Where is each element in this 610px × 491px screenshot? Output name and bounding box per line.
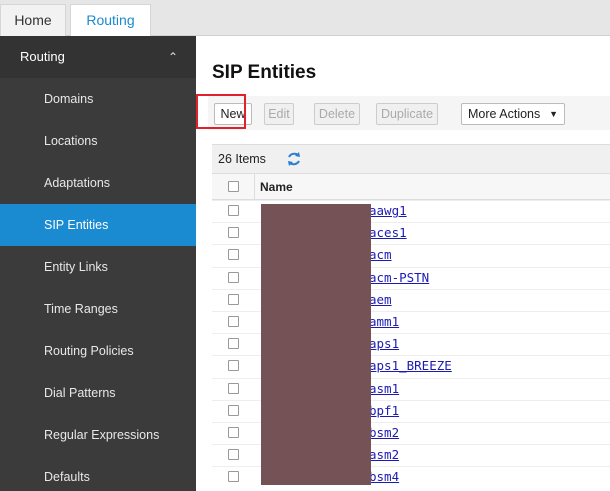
more-actions-dropdown[interactable]: More Actions ▼ [461,103,565,125]
row-checkbox[interactable] [228,338,239,350]
sidebar-item-defaults[interactable]: Defaults [0,456,196,491]
entity-name-link[interactable]: aps1_BREEZE [369,358,452,373]
item-count-bar: 26 Items [212,144,610,174]
tab-routing[interactable]: Routing [70,4,151,37]
entity-name-link[interactable]: aem [369,292,392,307]
row-checkbox[interactable] [228,205,239,216]
entity-name-link[interactable]: acm [369,247,392,262]
sidebar-item-dial-patterns[interactable]: Dial Patterns [0,372,196,414]
entity-name-link[interactable]: acm-PSTN [369,270,429,285]
sidebar-item-routing-policies[interactable]: Routing Policies [0,330,196,372]
column-divider [254,174,255,200]
sidebar-header-label: Routing [20,49,65,64]
row-checkbox[interactable] [228,426,239,438]
row-checkbox[interactable] [228,271,239,283]
row-divider [212,200,610,201]
page-title: SIP Entities [212,62,317,83]
row-checkbox[interactable] [228,227,239,239]
row-checkbox[interactable] [228,249,239,261]
entity-name-link[interactable]: amm1 [369,314,399,329]
column-header-name[interactable]: Name [260,180,293,194]
row-checkbox[interactable] [228,360,239,372]
main-content: SIP Entities New Edit Delete Duplicate M… [196,36,610,491]
action-toolbar: New Edit Delete Duplicate More Actions ▼ [208,96,610,130]
tab-home[interactable]: Home [0,4,66,36]
row-checkbox[interactable] [228,382,239,394]
sidebar-item-locations[interactable]: Locations [0,120,196,162]
sidebar-item-sip-entities[interactable]: SIP Entities [0,204,196,246]
delete-button[interactable]: Delete [314,103,360,125]
item-count: 26 Items [218,152,266,166]
sidebar-item-regular-expressions[interactable]: Regular Expressions [0,414,196,456]
entity-name-link[interactable]: bsm2 [369,425,399,440]
entity-name-link[interactable]: asm1 [369,381,399,396]
sidebar-item-adaptations[interactable]: Adaptations [0,162,196,204]
caret-down-icon: ▼ [549,109,558,119]
entity-name-link[interactable]: aawg1 [369,203,407,218]
entity-name-link[interactable]: bpf1 [369,403,399,418]
entity-name-link[interactable]: asm2 [369,447,399,462]
refresh-icon[interactable] [286,151,302,167]
new-button-highlight [196,94,246,129]
row-checkbox[interactable] [228,471,239,483]
sidebar: Routing ⌃ Domains Locations Adaptations … [0,36,196,491]
entity-name-link[interactable]: bsm4 [369,469,399,484]
row-checkbox[interactable] [228,315,239,327]
sidebar-item-time-ranges[interactable]: Time Ranges [0,288,196,330]
row-checkbox[interactable] [228,449,239,461]
select-all-checkbox[interactable] [228,181,239,192]
row-checkbox[interactable] [228,404,239,416]
sidebar-item-domains[interactable]: Domains [0,78,196,120]
redacted-region [261,204,371,485]
sidebar-header-routing[interactable]: Routing ⌃ [0,36,196,78]
sidebar-item-entity-links[interactable]: Entity Links [0,246,196,288]
more-actions-label: More Actions [468,107,541,121]
row-checkbox[interactable] [228,293,239,305]
top-tab-bar: Home Routing [0,0,610,37]
edit-button[interactable]: Edit [264,103,294,125]
chevron-up-icon: ⌃ [167,50,178,64]
entity-name-link[interactable]: aces1 [369,225,407,240]
entity-name-link[interactable]: aps1 [369,336,399,351]
duplicate-button[interactable]: Duplicate [376,103,438,125]
table-header: Name [212,174,610,200]
